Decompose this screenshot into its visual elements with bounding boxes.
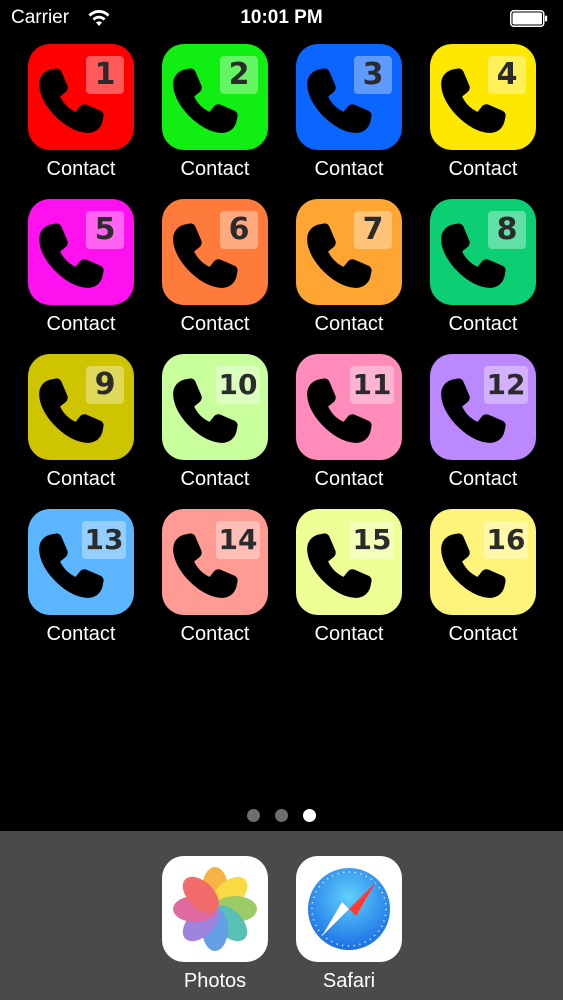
app-number-badge: 4 xyxy=(488,56,526,94)
app-number-badge: 5 xyxy=(86,211,124,249)
app-number-badge: 8 xyxy=(488,211,526,249)
app-tile[interactable]: 4 xyxy=(430,44,536,150)
photos-label: Photos xyxy=(183,970,247,992)
dock: Photos Safari xyxy=(0,831,563,1000)
app-tile[interactable]: 12 xyxy=(430,354,536,460)
safari-icon xyxy=(308,868,390,950)
app-label: Contact xyxy=(448,623,518,645)
battery-icon xyxy=(510,10,548,27)
page-indicator[interactable] xyxy=(0,809,563,825)
app-grid: 1 Contact 2 Contact 3 Contact 4 Contact 5 Contact… xyxy=(0,44,563,664)
app-number-badge: 2 xyxy=(220,56,258,94)
app-number-badge: 14 xyxy=(216,521,260,559)
contact-app-2[interactable]: 2 Contact xyxy=(134,44,268,194)
app-tile[interactable]: 13 xyxy=(28,509,134,615)
app-number-badge: 12 xyxy=(484,366,528,404)
app-number-badge: 16 xyxy=(484,521,528,559)
photos-icon xyxy=(173,867,257,951)
contact-app-8[interactable]: 8 Contact xyxy=(402,199,536,349)
contact-app-16[interactable]: 16 Contact xyxy=(402,509,536,659)
contact-app-12[interactable]: 12 Contact xyxy=(402,354,536,504)
app-tile[interactable]: 8 xyxy=(430,199,536,305)
app-number-badge: 10 xyxy=(216,366,260,404)
app-tile[interactable]: 6 xyxy=(162,199,268,305)
contact-app-1[interactable]: 1 Contact xyxy=(0,44,134,194)
page-dot-2[interactable] xyxy=(275,809,288,822)
contact-app-13[interactable]: 13 Contact xyxy=(0,509,134,659)
app-tile[interactable]: 5 xyxy=(28,199,134,305)
app-tile[interactable]: 14 xyxy=(162,509,268,615)
status-bar: Carrier 10:01 PM xyxy=(0,0,563,36)
app-number-badge: 1 xyxy=(86,56,124,94)
app-tile[interactable]: 16 xyxy=(430,509,536,615)
contact-app-4[interactable]: 4 Contact xyxy=(402,44,536,194)
app-number-badge: 7 xyxy=(354,211,392,249)
photos-tile[interactable] xyxy=(162,856,268,962)
safari-label: Safari xyxy=(322,970,376,992)
contact-app-11[interactable]: 11 Contact xyxy=(268,354,402,504)
app-number-badge: 6 xyxy=(220,211,258,249)
status-time: 10:01 PM xyxy=(240,7,323,28)
app-tile[interactable]: 2 xyxy=(162,44,268,150)
contact-app-6[interactable]: 6 Contact xyxy=(134,199,268,349)
contact-app-5[interactable]: 5 Contact xyxy=(0,199,134,349)
app-number-badge: 11 xyxy=(350,366,394,404)
app-tile[interactable]: 3 xyxy=(296,44,402,150)
app-label: Contact xyxy=(448,313,518,335)
page-dot-3[interactable] xyxy=(303,809,316,822)
app-number-badge: 3 xyxy=(354,56,392,94)
app-tile[interactable]: 1 xyxy=(28,44,134,150)
contact-app-15[interactable]: 15 Contact xyxy=(268,509,402,659)
app-number-badge: 15 xyxy=(350,521,394,559)
app-label: Contact xyxy=(448,468,518,490)
contact-app-10[interactable]: 10 Contact xyxy=(134,354,268,504)
page-dot-1[interactable] xyxy=(247,809,260,822)
app-label: Contact xyxy=(448,158,518,180)
app-tile[interactable]: 9 xyxy=(28,354,134,460)
contact-app-14[interactable]: 14 Contact xyxy=(134,509,268,659)
app-number-badge: 13 xyxy=(82,521,126,559)
app-number-badge: 9 xyxy=(86,366,124,404)
contact-app-3[interactable]: 3 Contact xyxy=(268,44,402,194)
safari-tile[interactable] xyxy=(296,856,402,962)
app-tile[interactable]: 7 xyxy=(296,199,402,305)
app-tile[interactable]: 10 xyxy=(162,354,268,460)
app-tile[interactable]: 11 xyxy=(296,354,402,460)
safari-app[interactable]: Safari xyxy=(296,856,402,996)
contact-app-7[interactable]: 7 Contact xyxy=(268,199,402,349)
app-tile[interactable]: 15 xyxy=(296,509,402,615)
contact-app-9[interactable]: 9 Contact xyxy=(0,354,134,504)
photos-app[interactable]: Photos xyxy=(162,856,268,996)
